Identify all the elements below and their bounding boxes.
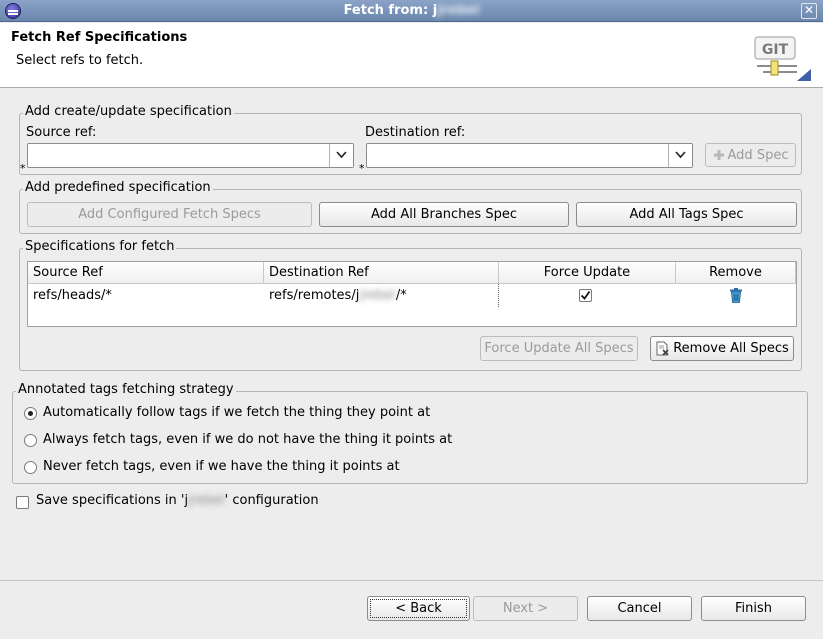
tags-strategy-group-label: Annotated tags fetching strategy [16,382,236,397]
add-all-tags-spec-button[interactable]: Add All Tags Spec [576,202,797,227]
cancel-button[interactable]: Cancel [587,596,692,621]
destination-ref-label: Destination ref: [365,125,466,140]
svg-text:GIT: GIT [762,42,789,58]
chevron-down-icon[interactable] [668,144,692,167]
save-specifications-checkbox[interactable] [16,496,29,509]
window-title-bar[interactable]: Fetch from: jjrebel ✕ [0,0,823,22]
next-button[interactable]: Next > [473,596,578,621]
remove-all-specs-label: Remove All Specs [673,341,789,356]
save-specifications-label[interactable]: Save specifications in 'jjrebel' configu… [36,493,319,508]
specs-table[interactable]: Source Ref Destination Ref Force Update … [27,261,797,327]
add-configured-fetch-specs-button[interactable]: Add Configured Fetch Specs [27,202,312,227]
specs-group-label: Specifications for fetch [23,239,177,254]
radio-never-fetch-tags[interactable] [24,461,37,474]
trash-icon[interactable] [729,288,743,303]
force-update-all-specs-button[interactable]: Force Update All Specs [480,336,638,361]
table-row-source[interactable]: refs/heads/* [28,284,264,307]
git-logo-icon: GIT [753,33,811,83]
plus-icon [713,149,725,161]
save-suffix: ' configuration [224,493,319,508]
add-all-branches-spec-button[interactable]: Add All Branches Spec [319,202,569,227]
never-fetch-tags-label[interactable]: Never fetch tags, even if we have the th… [43,459,400,474]
always-fetch-tags-label[interactable]: Always fetch tags, even if we do not hav… [43,432,452,447]
radio-auto-follow-tags[interactable] [24,407,37,420]
radio-always-fetch-tags[interactable] [24,434,37,447]
source-ref-label: Source ref: [26,125,97,140]
add-spec-button[interactable]: Add Spec [705,143,796,167]
wizard-banner: Fetch Ref Specifications Select refs to … [0,23,823,88]
source-required-marker: * [20,162,26,175]
source-ref-combo[interactable] [27,143,354,168]
column-header-source-ref[interactable]: Source Ref [28,262,264,284]
force-update-checkbox[interactable] [579,289,592,302]
predefined-group-label: Add predefined specification [23,180,213,195]
page-title: Fetch Ref Specifications [11,30,188,45]
remove-all-specs-button[interactable]: Remove All Specs [650,336,794,361]
destination-redacted: jrebel [359,288,396,303]
save-redacted: jrebel [188,493,225,508]
column-header-remove[interactable]: Remove [676,262,796,284]
destination-required-marker: * [359,162,365,175]
add-spec-label: Add Spec [727,147,789,163]
destination-suffix: /* [395,288,407,303]
window-title: Fetch from: jjrebel [343,3,480,18]
close-icon[interactable]: ✕ [801,3,817,19]
chevron-down-icon[interactable] [329,144,353,167]
auto-follow-tags-label[interactable]: Automatically follow tags if we fetch th… [43,405,430,420]
column-header-force-update[interactable]: Force Update [499,262,676,284]
save-prefix: Save specifications in 'j [36,493,189,508]
remove-all-icon [655,341,670,356]
back-button[interactable]: < Back [367,596,470,621]
column-header-destination-ref[interactable]: Destination Ref [264,262,499,284]
destination-ref-combo[interactable] [366,143,693,168]
create-update-group-label: Add create/update specification [23,104,234,119]
finish-button[interactable]: Finish [701,596,806,621]
footer-separator [0,580,823,581]
page-description: Select refs to fetch. [16,53,144,68]
destination-prefix: refs/remotes/j [269,288,360,303]
table-row-destination[interactable]: refs/remotes/jjrebel/* [264,284,499,307]
